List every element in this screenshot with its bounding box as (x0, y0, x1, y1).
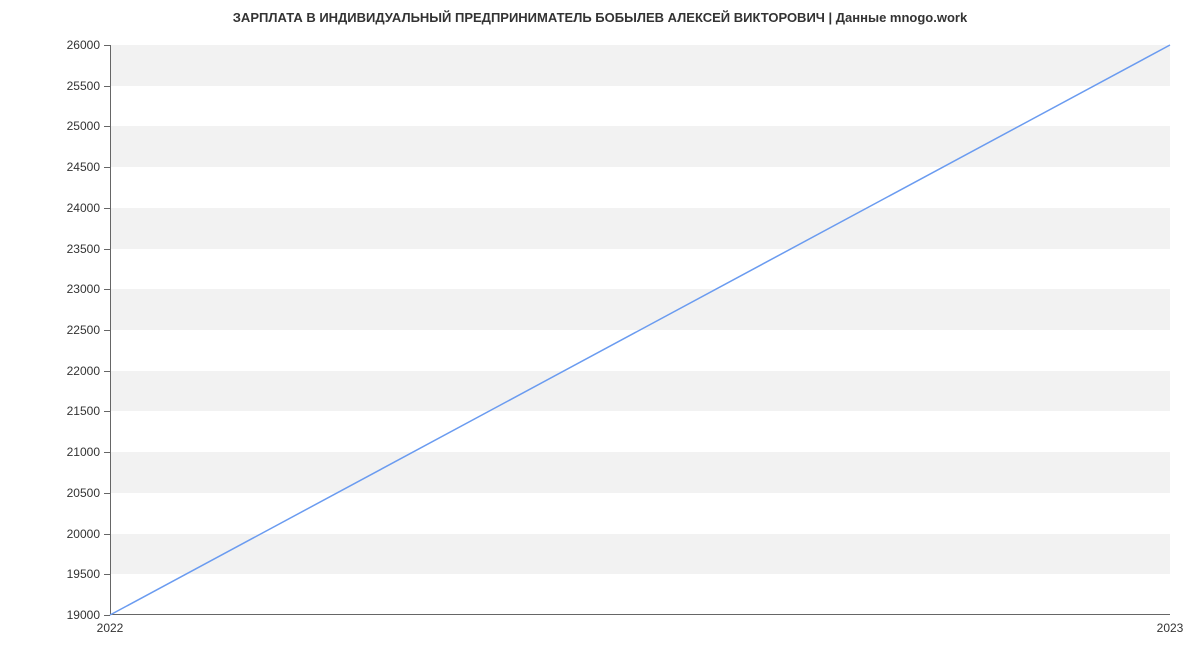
y-tick-label: 22000 (67, 364, 100, 378)
y-tick-label: 20500 (67, 486, 100, 500)
y-tick-label: 21500 (67, 404, 100, 418)
y-tick (104, 371, 110, 372)
y-tick-label: 25500 (67, 79, 100, 93)
chart-container: ЗАРПЛАТА В ИНДИВИДУАЛЬНЫЙ ПРЕДПРИНИМАТЕЛ… (0, 0, 1200, 650)
y-tick (104, 126, 110, 127)
y-tick-label: 21000 (67, 445, 100, 459)
x-tick-label: 2022 (97, 621, 124, 635)
y-tick (104, 45, 110, 46)
x-tick-label: 2023 (1157, 621, 1184, 635)
y-tick (104, 452, 110, 453)
y-tick-label: 26000 (67, 38, 100, 52)
plot-area: 1900019500200002050021000215002200022500… (110, 45, 1170, 615)
y-tick-label: 19500 (67, 567, 100, 581)
y-tick-label: 19000 (67, 608, 100, 622)
y-tick (104, 411, 110, 412)
y-tick (104, 534, 110, 535)
y-tick-label: 25000 (67, 119, 100, 133)
y-tick (104, 289, 110, 290)
y-tick-label: 22500 (67, 323, 100, 337)
y-tick-label: 24000 (67, 201, 100, 215)
data-line (110, 45, 1170, 615)
y-tick (104, 249, 110, 250)
y-tick (104, 615, 110, 616)
y-tick (104, 208, 110, 209)
y-tick-label: 24500 (67, 160, 100, 174)
y-tick (104, 167, 110, 168)
y-tick (104, 86, 110, 87)
y-tick (104, 330, 110, 331)
y-tick (104, 574, 110, 575)
chart-svg (110, 45, 1170, 615)
y-tick-label: 23000 (67, 282, 100, 296)
y-tick (104, 493, 110, 494)
chart-title: ЗАРПЛАТА В ИНДИВИДУАЛЬНЫЙ ПРЕДПРИНИМАТЕЛ… (0, 10, 1200, 25)
y-tick-label: 20000 (67, 527, 100, 541)
y-tick-label: 23500 (67, 242, 100, 256)
